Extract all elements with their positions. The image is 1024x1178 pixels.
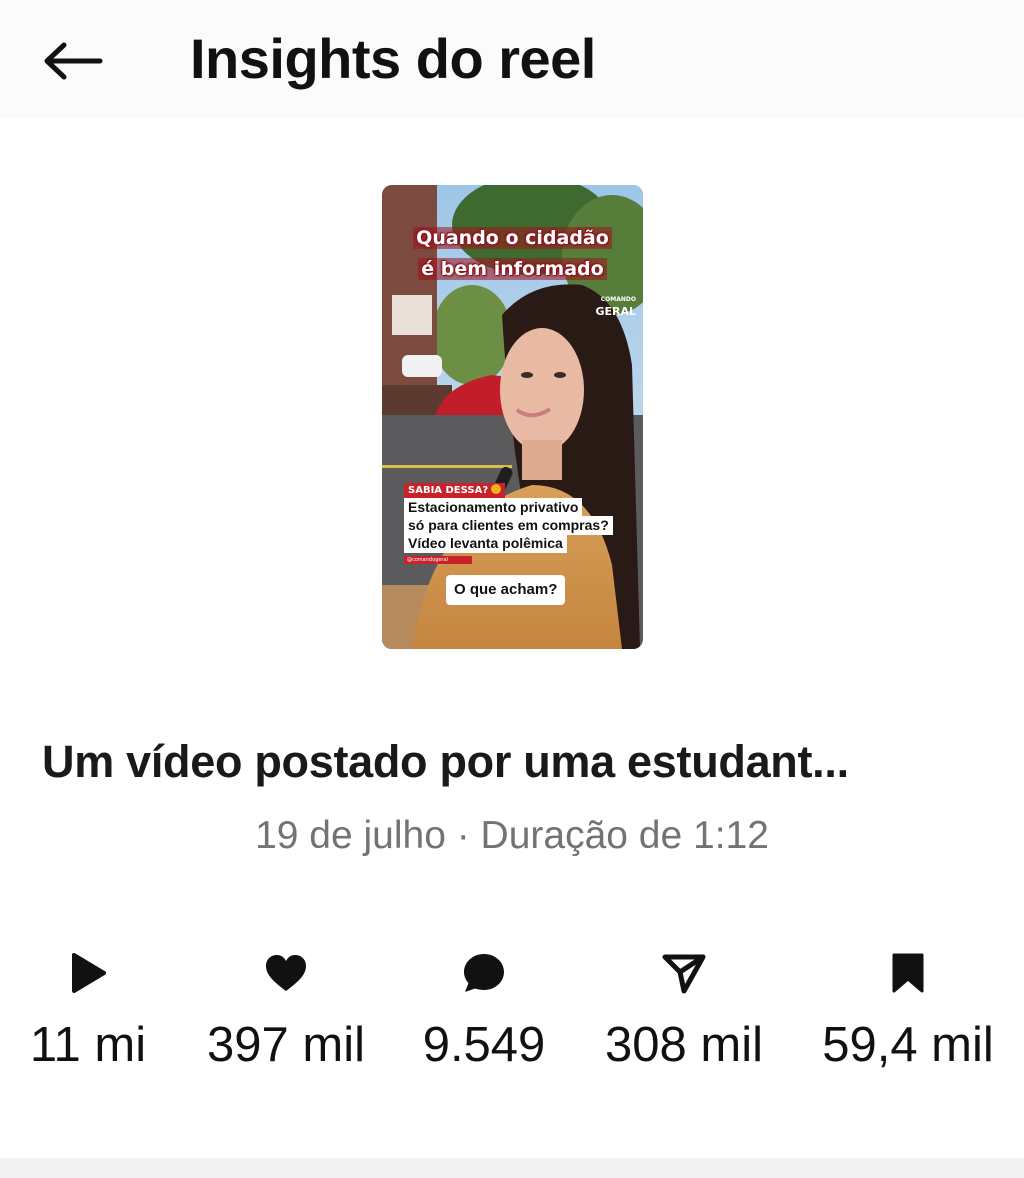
stat-saves[interactable]: 59,4 mil (808, 945, 1008, 1075)
arrow-left-icon (44, 42, 103, 80)
reel-meta: 19 de julho · Duração de 1:12 (255, 814, 769, 857)
stat-shares[interactable]: 308 mil (584, 945, 784, 1075)
brand-watermark: COMANDO GERAL (588, 295, 636, 318)
thumbnail-caption-line1: Quando o cidadão (413, 227, 612, 249)
thumbnail-caption-line2: é bem informado (418, 258, 607, 280)
thumbnail-tag: SABIA DESSA? (404, 483, 506, 498)
reel-thumbnail[interactable]: Quando o cidadão é bem informado COMANDO… (382, 185, 643, 649)
brand-large: GERAL (595, 305, 636, 318)
thumbnail-handle: @comandogeral (404, 556, 472, 564)
stat-plays-value: 11 mi (29, 1018, 147, 1072)
page-title: Insights do reel (190, 27, 596, 90)
stat-comments-value: 9.549 (422, 1018, 546, 1072)
stat-comments[interactable]: 9.549 (384, 945, 584, 1075)
thumbnail-text-line2: só para clientes em compras? (404, 516, 613, 535)
stat-saves-value: 59,4 mil (822, 1018, 994, 1072)
thumbnail-text-line3: Vídeo levanta polêmica (404, 534, 567, 553)
stat-likes[interactable]: 397 mil (186, 945, 386, 1075)
emoji-icon (491, 484, 502, 494)
comment-icon (464, 954, 504, 992)
section-divider (0, 1158, 1024, 1178)
thumbnail-text-line1: Estacionamento privativo (404, 498, 583, 517)
back-button[interactable] (36, 36, 108, 86)
thumbnail-tag-label: SABIA DESSA? (408, 485, 489, 496)
reel-caption: Um vídeo postado por uma estudant... (42, 736, 849, 787)
brand-small: COMANDO (600, 296, 636, 303)
play-icon (72, 953, 106, 993)
reel-insights-screen: Insights do reel Quando o cidadão é bem … (0, 0, 1024, 1178)
bookmark-icon (892, 953, 924, 993)
thumbnail-question: O que acham? (446, 575, 566, 605)
stat-plays[interactable]: 11 mi (0, 945, 188, 1075)
heart-icon (266, 955, 306, 991)
top-bar: Insights do reel (0, 0, 1024, 118)
share-icon (662, 954, 706, 994)
stat-likes-value: 397 mil (207, 1018, 365, 1072)
stat-shares-value: 308 mil (605, 1018, 763, 1072)
